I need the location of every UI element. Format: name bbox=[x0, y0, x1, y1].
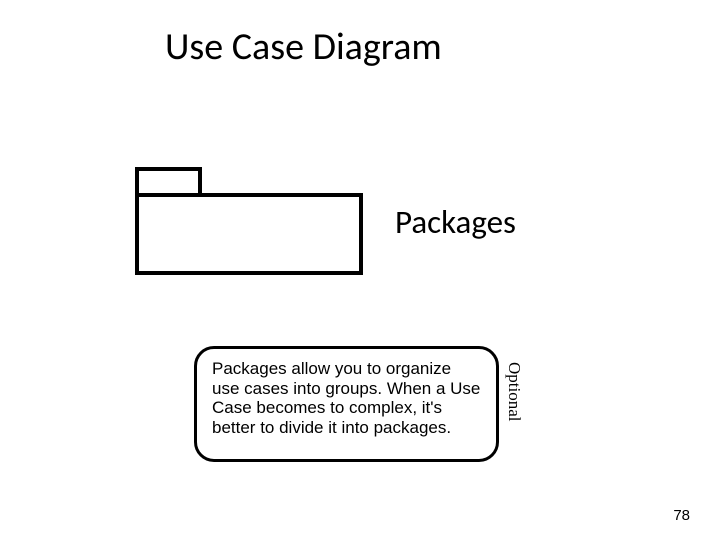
description-text: Packages allow you to organize use cases… bbox=[212, 359, 481, 437]
package-folder-icon bbox=[135, 167, 363, 275]
package-body bbox=[135, 193, 363, 275]
optional-label: Optional bbox=[504, 362, 524, 422]
description-box: Packages allow you to organize use cases… bbox=[194, 346, 499, 462]
package-tab bbox=[135, 167, 202, 195]
page-number: 78 bbox=[673, 507, 690, 524]
slide-title: Use Case Diagram bbox=[165, 24, 442, 70]
subtitle: Packages bbox=[395, 202, 516, 242]
